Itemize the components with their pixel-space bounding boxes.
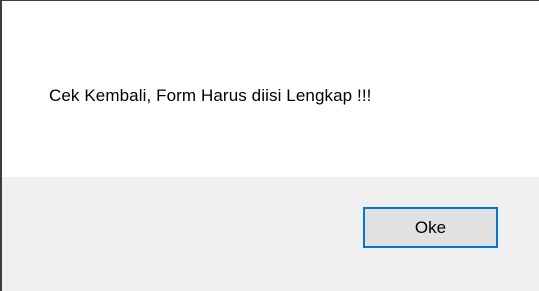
dialog-message-text: Cek Kembali, Form Harus diisi Lengkap !!… bbox=[49, 86, 372, 105]
message-dialog: Cek Kembali, Form Harus diisi Lengkap !!… bbox=[0, 0, 539, 291]
dialog-button-bar: Oke bbox=[2, 177, 539, 291]
ok-button[interactable]: Oke bbox=[363, 207, 498, 248]
ok-button-label: Oke bbox=[414, 217, 447, 237]
dialog-content-area: Cek Kembali, Form Harus diisi Lengkap !!… bbox=[2, 1, 539, 177]
